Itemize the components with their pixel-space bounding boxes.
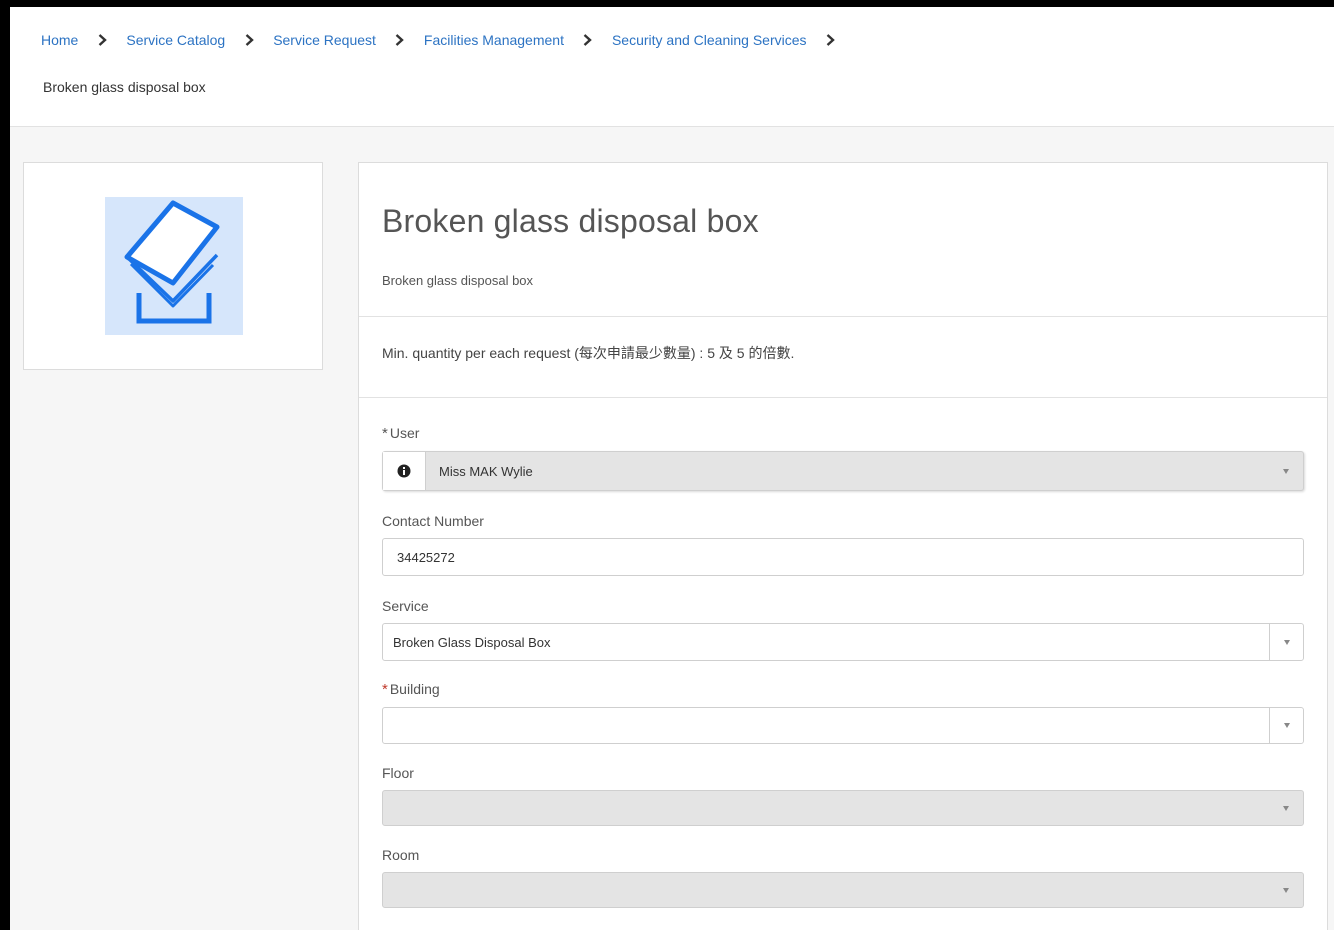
chevron-down-icon[interactable] [1269, 452, 1303, 490]
chevron-down-icon[interactable] [1269, 624, 1303, 660]
item-description: Broken glass disposal box [382, 273, 534, 288]
chevron-down-icon[interactable] [1269, 708, 1303, 743]
chevron-down-icon[interactable] [1269, 791, 1303, 825]
breadcrumb: Home Service Catalog Service Request Fac… [41, 32, 855, 48]
breadcrumb-current: Broken glass disposal box [43, 79, 206, 95]
chevron-right-icon [578, 34, 598, 46]
contact-number-input[interactable]: 34425272 [382, 538, 1304, 576]
chevron-right-icon [821, 34, 841, 46]
service-select[interactable]: Broken Glass Disposal Box [382, 623, 1304, 661]
breadcrumb-security-cleaning[interactable]: Security and Cleaning Services [612, 32, 807, 48]
info-icon[interactable] [383, 452, 426, 490]
building-label-text: Building [389, 681, 440, 697]
contact-number-value: 34425272 [397, 550, 455, 565]
room-label: Room [382, 847, 420, 863]
required-mark: * [382, 681, 388, 698]
required-mark: * [382, 425, 388, 442]
divider [359, 397, 1327, 398]
item-form-panel: Broken glass disposal box Broken glass d… [358, 162, 1328, 930]
room-select[interactable] [382, 872, 1304, 908]
user-label-text: User [389, 425, 420, 441]
service-label: Service [382, 598, 429, 614]
page-header: Home Service Catalog Service Request Fac… [10, 7, 1334, 127]
box-icon [124, 200, 220, 324]
item-image-card [23, 162, 323, 370]
building-select[interactable] [382, 707, 1304, 744]
contact-label: Contact Number [382, 513, 484, 529]
breadcrumb-service-request[interactable]: Service Request [273, 32, 376, 48]
page-frame: Home Service Catalog Service Request Fac… [10, 7, 1334, 930]
quantity-note: Min. quantity per each request (每次申請最少數量… [382, 345, 795, 361]
chevron-right-icon [390, 34, 410, 46]
building-label: * Building [382, 681, 440, 698]
service-value: Broken Glass Disposal Box [393, 635, 551, 650]
divider [359, 316, 1327, 317]
breadcrumb-facilities-management[interactable]: Facilities Management [424, 32, 564, 48]
user-label: * User [382, 425, 419, 442]
breadcrumb-service-catalog[interactable]: Service Catalog [126, 32, 225, 48]
user-value: Miss MAK Wylie [439, 464, 533, 479]
floor-label: Floor [382, 765, 414, 781]
user-select[interactable]: Miss MAK Wylie [382, 451, 1304, 491]
chevron-right-icon [92, 34, 112, 46]
chevron-down-icon[interactable] [1269, 873, 1303, 907]
chevron-right-icon [239, 34, 259, 46]
page-title: Broken glass disposal box [382, 203, 759, 239]
breadcrumb-home[interactable]: Home [41, 32, 78, 48]
floor-select[interactable] [382, 790, 1304, 826]
item-image [105, 197, 243, 335]
